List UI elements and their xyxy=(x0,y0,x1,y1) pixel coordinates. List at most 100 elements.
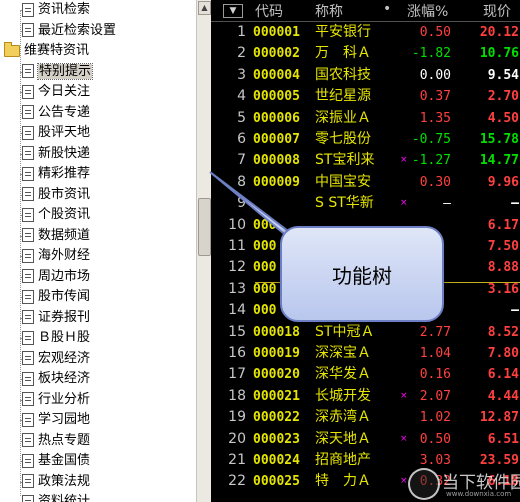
tree-item[interactable]: 证券报刊 xyxy=(22,308,90,328)
change-pct: 0.50 xyxy=(419,431,451,447)
price: 8.52 xyxy=(487,324,519,340)
tree-item-label: 个股资讯 xyxy=(38,207,91,222)
tree-item[interactable]: 新股快递 xyxy=(22,144,90,164)
stock-code: 000019 xyxy=(253,346,300,361)
change-pct: -1.27 xyxy=(411,153,451,169)
stock-name: 世纪星源 xyxy=(315,88,371,105)
tree-item[interactable]: 板块经济 xyxy=(22,369,90,389)
tree-item[interactable]: 海外财经 xyxy=(22,246,90,266)
table-row[interactable]: 15 000018 ST中冠Ａ 2.77 8.52 xyxy=(211,322,520,343)
stock-name: 国农科技 xyxy=(315,66,371,83)
table-row[interactable]: 5 000006 深振业Ａ 1.35 4.50 xyxy=(211,108,520,129)
stock-code: 000 xyxy=(253,303,277,319)
stock-code: 000023 xyxy=(253,431,300,447)
tree-item-label: 今日关注 xyxy=(38,84,91,99)
header-price[interactable]: 现价 xyxy=(483,1,511,21)
table-row[interactable]: 16 000019 深深宝Ａ 1.04 7.80 xyxy=(211,343,520,364)
table-row[interactable]: 6 000007 零七股份 -0.75 15.78 xyxy=(211,129,520,150)
document-icon xyxy=(22,248,34,263)
tree-item[interactable]: 数据频道 xyxy=(22,226,90,246)
table-row[interactable]: 2 000002 万 科Ａ -1.82 10.76 xyxy=(211,43,520,64)
document-icon xyxy=(22,453,34,468)
function-tree: 资讯检索 最近检索设置 维赛特资讯 特别提示 今日关注 公告专递 股评天地 新股快递 精彩推荐股… xyxy=(0,0,196,502)
tree-item[interactable]: 精彩推荐 xyxy=(22,164,90,184)
stock-name: ST宝利来 xyxy=(315,152,375,169)
tree-item[interactable]: 行业分析 xyxy=(22,390,90,410)
table-row[interactable]: 4 000005 世纪星源 0.37 2.70 xyxy=(211,86,520,107)
folder-icon xyxy=(4,41,20,57)
tree-scrollbar[interactable]: ▲ xyxy=(196,0,211,502)
document-icon xyxy=(22,412,34,427)
stock-name: 万 科Ａ xyxy=(315,45,371,62)
tree-item[interactable]: 股评天地 xyxy=(22,123,90,143)
price: 2.70 xyxy=(487,89,519,105)
tree-item-label: 数据频道 xyxy=(38,227,91,243)
stock-code: 000006 xyxy=(253,110,300,126)
change-pct: 1.35 xyxy=(419,110,451,126)
stock-code: 000 xyxy=(253,260,277,276)
tree-item[interactable]: 宏观经济 xyxy=(22,349,90,369)
tree-item[interactable]: 今日关注 xyxy=(22,82,90,102)
tree-item[interactable]: 政策法规 xyxy=(22,472,90,492)
tree-item[interactable]: 最近检索设置 xyxy=(22,21,116,41)
stock-code: 000025 xyxy=(253,474,300,490)
row-index: 6 xyxy=(237,131,246,147)
table-row[interactable]: 8 000009 中国宝安 0.30 9.96 xyxy=(211,172,520,193)
table-row[interactable]: 19 000022 深赤湾Ａ 1.02 12.87 xyxy=(211,407,520,428)
stock-code: 000008 xyxy=(253,153,300,169)
table-row[interactable]: 7 000008 ST宝利来 × -1.27 14.77 xyxy=(211,150,520,171)
price: 6.14 xyxy=(487,367,519,383)
stock-name: ST中冠Ａ xyxy=(315,323,375,340)
stock-name: 特 力Ａ xyxy=(315,473,371,490)
price: 14.77 xyxy=(479,153,519,169)
table-row[interactable]: 1 000001 平安银行 0.50 20.12 xyxy=(211,22,520,43)
stock-name: 深天地Ａ xyxy=(315,430,371,447)
row-index: 13 xyxy=(228,280,246,297)
row-index: 17 xyxy=(228,366,246,383)
row-index: 21 xyxy=(228,452,246,468)
document-icon xyxy=(22,310,34,324)
tree-item-label: 行业分析 xyxy=(38,391,91,407)
tree-item[interactable]: 资讯检索 xyxy=(22,0,90,20)
tree-item[interactable]: 股市传闻 xyxy=(22,287,90,307)
stock-code: 000018 xyxy=(253,324,300,340)
tree-item[interactable]: 公告专递 xyxy=(22,103,90,123)
tree-item[interactable]: 特别提示 xyxy=(22,62,94,82)
tree-item[interactable]: 学习园地 xyxy=(22,410,90,430)
scroll-up-arrow-icon[interactable]: ▲ xyxy=(198,1,211,15)
document-icon xyxy=(22,474,34,488)
header-code[interactable]: 代码 xyxy=(255,1,283,21)
stock-code: 000005 xyxy=(253,89,300,105)
table-row[interactable]: 17 000020 深华发Ａ 0.16 6.14 xyxy=(211,364,520,385)
tree-item[interactable]: 股市资讯 xyxy=(22,185,90,205)
table-row[interactable]: 20 000023 深天地Ａ × 0.50 6.51 xyxy=(211,429,520,450)
stock-code: 000024 xyxy=(253,453,300,468)
tree-item[interactable]: 个股资讯 xyxy=(22,205,90,225)
tree-item-label: 资讯检索 xyxy=(38,2,91,17)
tree-item[interactable]: 基金国债 xyxy=(22,451,90,471)
tree-item-label: 海外财经 xyxy=(38,248,91,263)
tree-item-label: 股市传闻 xyxy=(38,289,91,304)
table-row[interactable]: 3 000004 国农科技 0.00 9.54 xyxy=(211,65,520,86)
column-menu-button[interactable]: ▼ xyxy=(223,4,243,18)
document-icon xyxy=(22,289,34,304)
row-index: 18 xyxy=(228,387,246,404)
tree-item[interactable]: Ｂ股Ｈ股 xyxy=(22,328,90,348)
table-row[interactable]: 9S ST华新 × — — xyxy=(211,193,520,214)
document-icon xyxy=(22,433,34,447)
stock-name: 深深宝Ａ xyxy=(315,345,371,361)
document-icon xyxy=(22,351,34,365)
tree-item[interactable]: 周边市场 xyxy=(22,267,90,287)
header-name[interactable]: 称称 xyxy=(315,1,343,21)
tree-item[interactable]: 热点专题 xyxy=(22,431,90,451)
scrollbar-thumb[interactable] xyxy=(198,198,211,256)
row-index: 15 xyxy=(228,323,246,340)
row-index: 3 xyxy=(237,66,246,83)
document-icon xyxy=(22,494,34,502)
tree-item-label: 最近检索设置 xyxy=(38,22,117,38)
stock-code: 000007 xyxy=(253,132,300,147)
table-row[interactable]: 18 000021 长城开发 × 2.07 4.44 xyxy=(211,386,520,407)
tree-item[interactable]: 资料统计 xyxy=(22,492,90,502)
header-change-pct[interactable]: 涨幅% xyxy=(407,1,448,21)
tree-item[interactable]: 维赛特资讯 xyxy=(4,41,89,61)
